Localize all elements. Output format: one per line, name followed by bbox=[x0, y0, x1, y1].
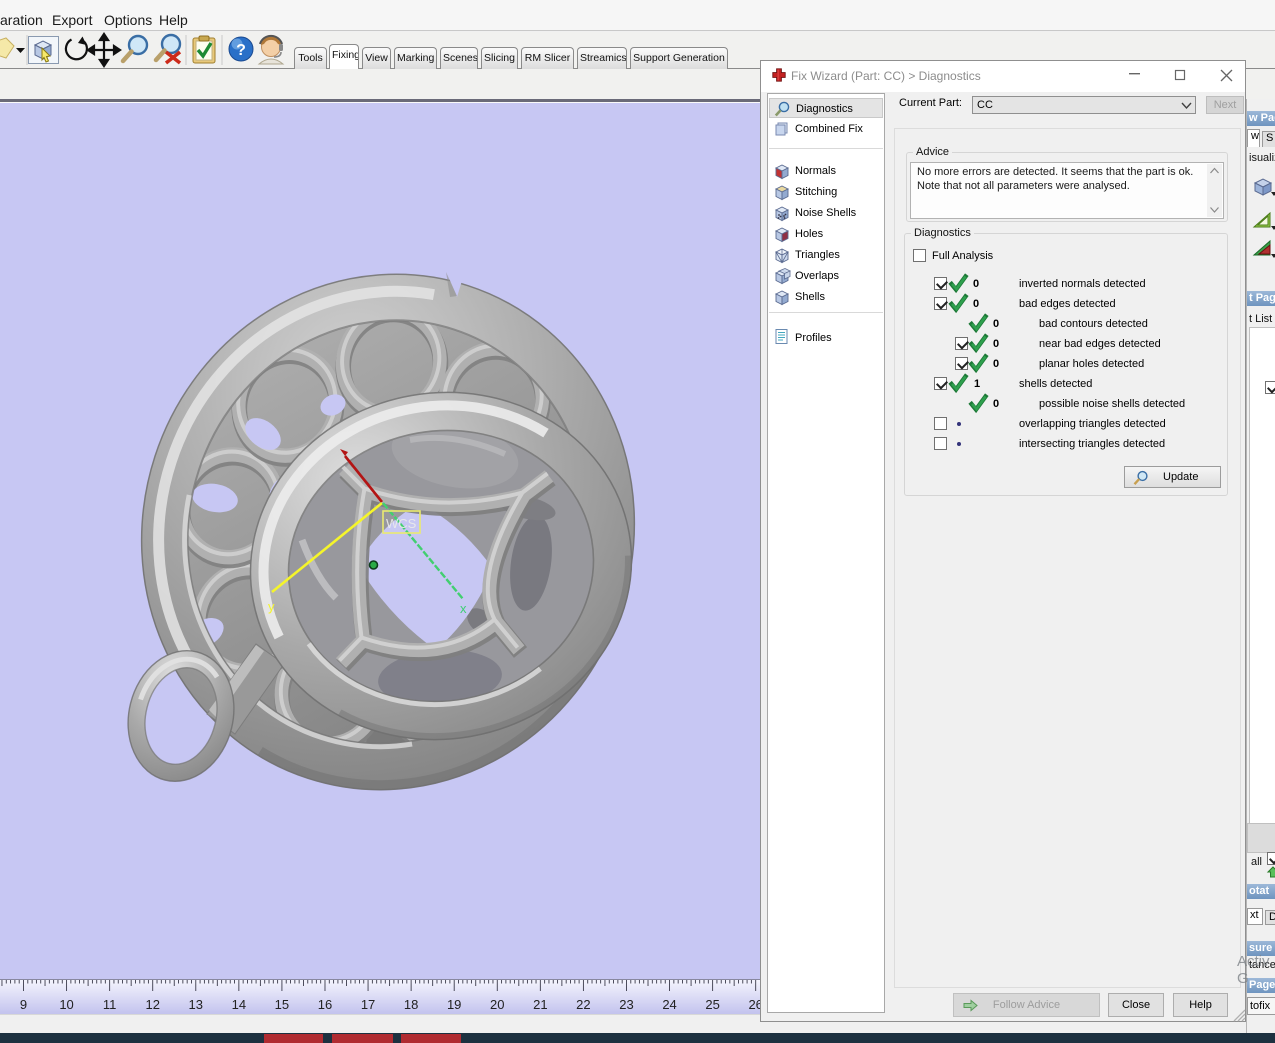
svg-text:21: 21 bbox=[533, 997, 547, 1012]
svg-text:y: y bbox=[268, 599, 275, 614]
svg-text:x: x bbox=[460, 601, 467, 616]
svg-text:9: 9 bbox=[20, 997, 27, 1012]
svg-text:19: 19 bbox=[447, 997, 461, 1012]
svg-text:12: 12 bbox=[145, 997, 159, 1012]
svg-text:18: 18 bbox=[404, 997, 418, 1012]
svg-text:25: 25 bbox=[705, 997, 719, 1012]
svg-text:22: 22 bbox=[576, 997, 590, 1012]
svg-text:11: 11 bbox=[103, 997, 117, 1012]
svg-text:?: ? bbox=[236, 42, 246, 59]
svg-text:20: 20 bbox=[490, 997, 504, 1012]
svg-text:24: 24 bbox=[662, 997, 676, 1012]
svg-text:WCS: WCS bbox=[386, 516, 417, 531]
svg-text:10: 10 bbox=[59, 997, 73, 1012]
svg-text:14: 14 bbox=[232, 997, 246, 1012]
svg-text:13: 13 bbox=[189, 997, 203, 1012]
svg-text:15: 15 bbox=[275, 997, 289, 1012]
svg-text:17: 17 bbox=[361, 997, 375, 1012]
svg-text:16: 16 bbox=[318, 997, 332, 1012]
svg-text:23: 23 bbox=[619, 997, 633, 1012]
